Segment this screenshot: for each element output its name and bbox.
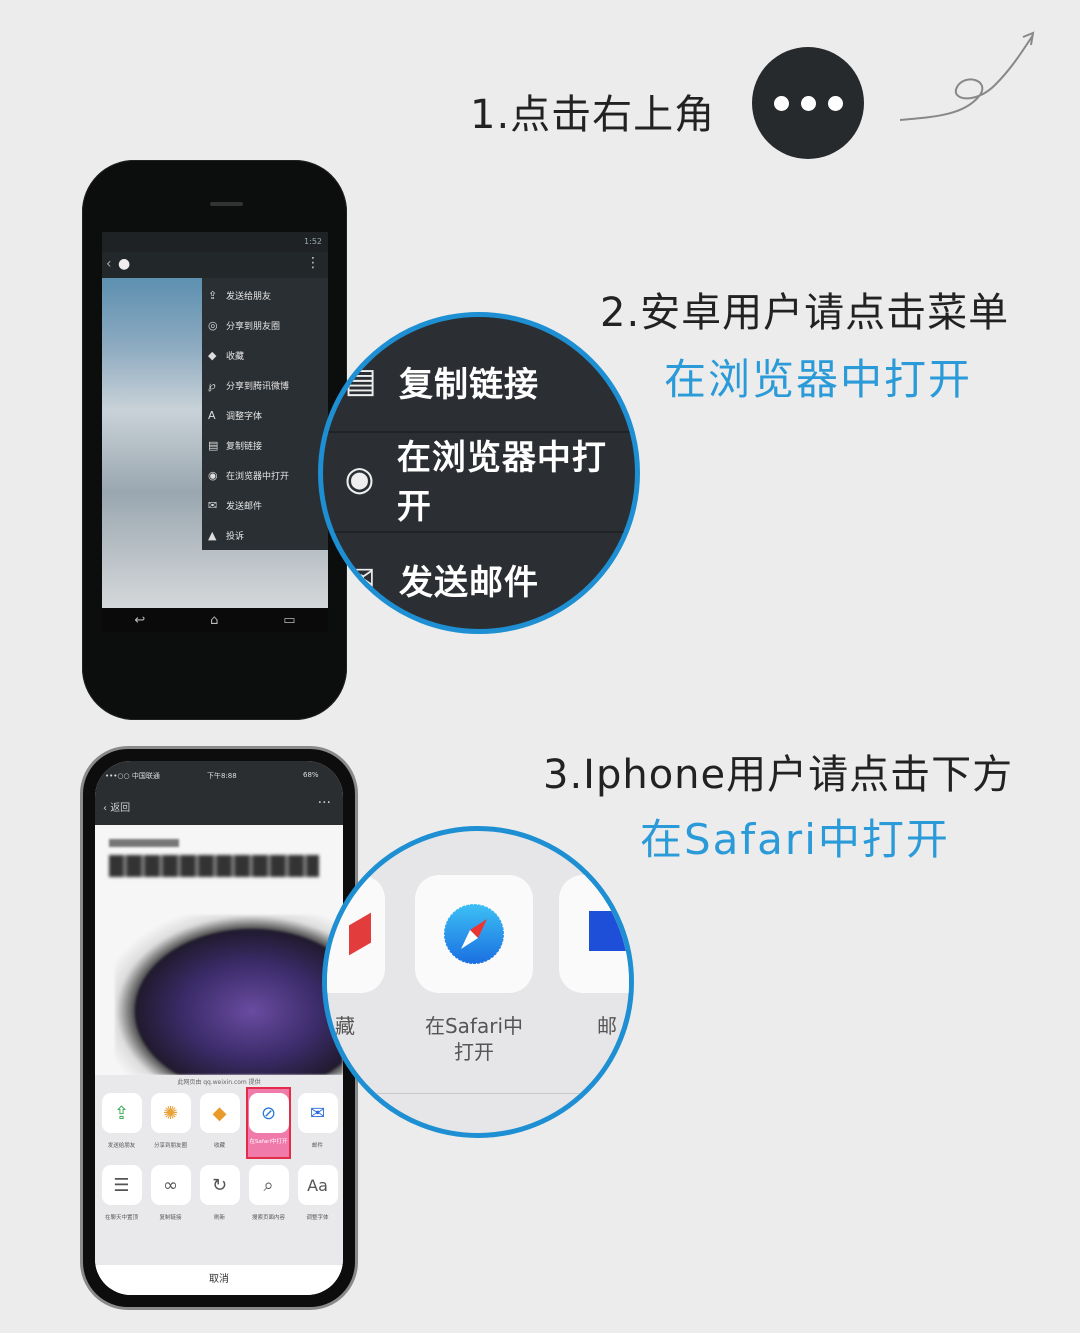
share-moments[interactable]: ✺ 分享到朋友圈 [150,1093,191,1153]
safari-tile[interactable] [415,875,533,993]
safari-caption: 在Safari中 打开 [424,1014,524,1064]
action-refresh[interactable]: ↻ 刷新 [199,1165,240,1221]
status-time: 1:52 [304,237,322,246]
status-time: 下午8:88 [207,772,237,780]
iphone: •••○○ 中国联通 下午8:88 68% ‹ 返回 ··· 此网页由 qq.w… [80,746,358,1310]
globe-icon: ◉ [344,459,376,499]
mail-icon: ✉ [297,1093,338,1133]
blurred-image [115,915,343,1075]
home-nav-icon[interactable]: ⌂ [210,613,218,628]
report-icon: ▲ [208,528,217,542]
blurred-title [109,855,319,877]
share-favorite[interactable]: ◆ 收藏 [199,1093,240,1153]
menu-item-browser[interactable]: ◉ 在浏览器中打开 [202,460,328,490]
carrier: •••○○ 中国联通 [105,772,160,780]
favorite-icon [349,912,371,956]
step2-highlight: 在浏览器中打开 [664,355,973,404]
android-nav-bar: ↩ ⌂ ▭ [102,608,328,632]
mag-send-mail[interactable]: ✉ 发送邮件 [323,529,635,629]
source-text: 此网页由 qq.weixin.com 提供 [177,1079,261,1086]
action-pin[interactable]: ☰ 在聊天中置顶 [101,1165,142,1221]
status-bar: 1:52 [102,232,328,252]
android-screen: 1:52 ‹ ● ⋮ ⇪ 发送给朋友 ◎ 分享到朋友圈 ◆ 收藏 ℘ 分享到腾讯微博 A… [102,232,328,632]
step1-text: 1.点击右上角 [470,92,716,138]
font-icon: Aa [297,1165,338,1205]
menu-item-report[interactable]: ▲ 投诉 [202,520,328,550]
back-nav-icon[interactable]: ↩ [134,613,145,628]
link-icon: ∞ [150,1165,191,1205]
mail-icon [589,911,629,951]
font-icon: A [208,408,216,422]
more-button[interactable] [752,47,864,159]
mail-icon: ✉ [208,498,218,512]
article-preview [95,825,343,1075]
share-mail[interactable]: ✉ 邮件 [297,1093,338,1153]
divider [327,1093,629,1094]
pin-top-icon: ☰ [101,1165,142,1205]
nav-bar: ‹ 返回 ··· [95,787,343,825]
share-row: ⇪ 发送给朋友 ✺ 分享到朋友圈 ◆ 收藏 ⊘ 在Safari中打开 ✉ 邮件 [101,1087,338,1159]
refresh-icon: ↻ [199,1165,240,1205]
menu-item-mail[interactable]: ✉ 发送邮件 [202,490,328,520]
favorite-tile[interactable] [327,875,385,993]
android-phone: 1:52 ‹ ● ⋮ ⇪ 发送给朋友 ◎ 分享到朋友圈 ◆ 收藏 ℘ 分享到腾讯微博 A… [82,160,347,720]
mag-copy-link[interactable]: ▤ 复制链接 [323,331,635,431]
dot-icon [773,95,789,111]
action-font[interactable]: Aa 调整字体 [297,1165,338,1221]
action-search[interactable]: ⌕ 搜索页面内容 [248,1165,289,1221]
step2-text: 2.安卓用户请点击菜单 [600,290,1010,336]
recent-nav-icon[interactable]: ▭ [283,613,295,628]
open-in-safari[interactable]: ⊘ 在Safari中打开 [246,1087,291,1159]
step3-text: 3.Iphone用户请点击下方 [543,752,1014,798]
copy-icon: ▤ [344,361,378,401]
safari-icon [443,903,505,965]
dot-icon [827,95,843,111]
action-copy-link[interactable]: ∞ 复制链接 [150,1165,191,1221]
battery: 68% [303,771,319,779]
action-row: ☰ 在聊天中置顶 ∞ 复制链接 ↻ 刷新 ⌕ 搜索页面内容 Aa 调整字体 [101,1165,338,1221]
step3-highlight: 在Safari中打开 [640,815,950,864]
copy-icon: ▤ [208,438,219,452]
iphone-magnifier: 藏 在Safari中 打开 邮 [322,826,634,1138]
mail-caption: 邮 [597,1014,617,1038]
more-icon[interactable]: ⋮ [306,255,320,271]
menu-item-weibo[interactable]: ℘ 分享到腾讯微博 [202,370,328,400]
dot-icon [800,95,816,111]
weibo-icon: ℘ [208,378,216,392]
menu-item-copy[interactable]: ▤ 复制链接 [202,430,328,460]
favorite-caption: 藏 [335,1014,355,1038]
blurred-subtitle [109,839,179,847]
mail-icon: ✉ [346,559,376,599]
menu-item-font[interactable]: A 调整字体 [202,400,328,430]
safari-icon: ⊘ [248,1093,289,1133]
share-send-friend[interactable]: ⇪ 发送给朋友 [101,1093,142,1153]
mag-open-browser[interactable]: ◉ 在浏览器中打开 [323,429,635,529]
android-magnifier: ▤ 复制链接 ◉ 在浏览器中打开 ✉ 发送邮件 [318,312,640,634]
speaker [210,202,243,206]
more-icon[interactable]: ··· [318,795,331,811]
moments-icon: ✺ [150,1093,191,1133]
title-bar: ‹ ● ⋮ [102,252,328,278]
cancel-button[interactable]: 取消 [95,1265,343,1295]
menu-item-send[interactable]: ⇪ 发送给朋友 [202,280,328,310]
favorite-icon: ◆ [199,1093,240,1133]
mail-tile[interactable] [559,875,629,993]
globe-icon: ◉ [208,468,218,482]
android-menu: ⇪ 发送给朋友 ◎ 分享到朋友圈 ◆ 收藏 ℘ 分享到腾讯微博 A 调整字体 ▤ 复制链接 … [202,278,328,550]
back-icon[interactable]: ‹ [106,256,112,272]
wechat-icon: ● [118,256,131,272]
search-icon: ⌕ [248,1165,289,1205]
status-bar: •••○○ 中国联通 下午8:88 68% [95,761,343,787]
share-icon: ⇪ [101,1093,142,1133]
share-sheet: 此网页由 qq.weixin.com 提供 ⇪ 发送给朋友 ✺ 分享到朋友圈 ◆ 收藏… [95,1075,343,1295]
moments-icon: ◎ [208,318,218,332]
menu-item-favorite[interactable]: ◆ 收藏 [202,340,328,370]
share-icon: ⇪ [208,288,218,302]
curly-arrow-icon [899,31,1035,121]
back-button[interactable]: ‹ 返回 [103,799,130,814]
iphone-screen: •••○○ 中国联通 下午8:88 68% ‹ 返回 ··· 此网页由 qq.w… [95,761,343,1295]
favorite-icon: ◆ [208,348,217,362]
menu-item-moments[interactable]: ◎ 分享到朋友圈 [202,310,328,340]
